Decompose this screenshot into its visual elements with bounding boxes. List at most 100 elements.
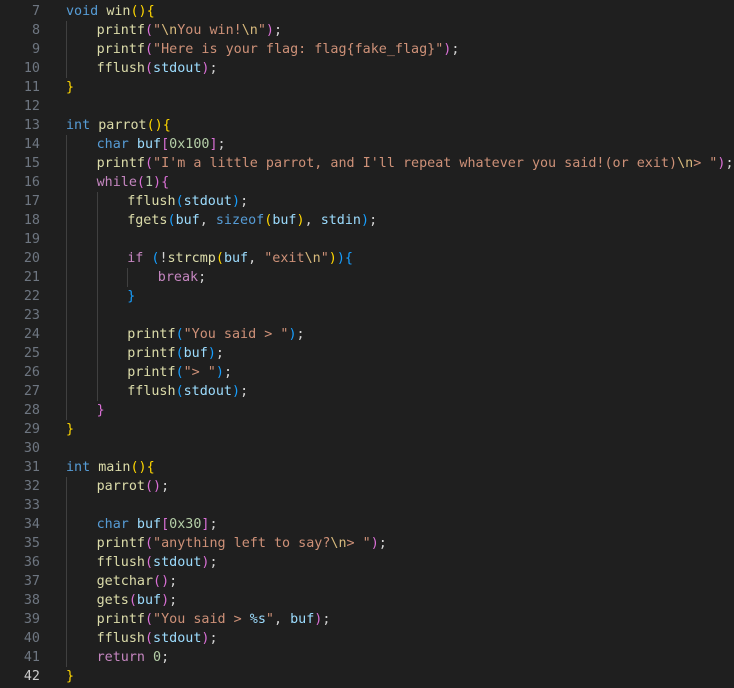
code-line[interactable]: 32 parrot();	[0, 477, 734, 496]
code-text: void win(){	[66, 2, 155, 21]
code-line[interactable]: 14 char buf[0x100];	[0, 135, 734, 154]
code-line[interactable]: 40 fflush(stdout);	[0, 629, 734, 648]
code-token: (	[144, 555, 154, 570]
code-line[interactable]: 34 char buf[0x30];	[0, 515, 734, 534]
code-line[interactable]: 37 getchar();	[0, 572, 734, 591]
code-text: printf("anything left to say?\n> ");	[97, 534, 387, 553]
code-token: }	[66, 80, 75, 95]
code-line[interactable]: 25 printf(buf);	[0, 344, 734, 363]
indent-guide	[66, 629, 67, 648]
code-token: "I'm a little parrot, and I'll repeat wh…	[153, 156, 678, 171]
code-token: [	[161, 517, 170, 532]
code-token: ()	[130, 4, 147, 19]
code-text: int main(){	[66, 458, 155, 477]
line-number: 21	[23, 270, 40, 285]
code-token: (	[175, 327, 184, 342]
code-line[interactable]: 41 return 0;	[0, 648, 734, 667]
code-line[interactable]: 20 if (!strcmp(buf, "exit\n")){	[0, 249, 734, 268]
code-token: [	[161, 137, 170, 152]
code-token: \n	[161, 23, 178, 38]
code-text: }	[97, 401, 105, 420]
code-line[interactable]: 30	[0, 439, 734, 458]
code-token: ;	[322, 612, 331, 627]
code-line[interactable]: 9 printf("Here is your flag: flag{fake_fl…	[0, 40, 734, 59]
code-line[interactable]: 38 gets(buf);	[0, 591, 734, 610]
code-token: )	[207, 346, 216, 361]
code-line[interactable]: 16 while(1){	[0, 173, 734, 192]
code-token: )	[336, 251, 345, 266]
code-token: (	[175, 365, 184, 380]
code-line[interactable]: 36 fflush(stdout);	[0, 553, 734, 572]
code-token: "	[320, 251, 329, 266]
indent-guide	[66, 477, 67, 496]
code-line[interactable]: 17 fflush(stdout);	[0, 192, 734, 211]
line-number: 13	[23, 118, 40, 133]
indent-guide	[66, 249, 67, 268]
indent-guide	[96, 363, 98, 382]
code-token: "Here is your flag: flag{fake_flag}"	[153, 42, 444, 57]
code-line[interactable]: 26 printf("> ");	[0, 363, 734, 382]
code-line[interactable]: 8 printf("\nYou win!\n");	[0, 21, 734, 40]
code-text: parrot();	[97, 477, 170, 496]
code-text: gets(buf);	[97, 591, 178, 610]
line-number: 24	[23, 327, 40, 342]
indent-guide	[96, 268, 98, 287]
code-token: fflush	[127, 384, 176, 399]
code-token: (	[144, 612, 154, 627]
code-line[interactable]: 11}	[0, 78, 734, 97]
code-line[interactable]: 21 break;	[0, 268, 734, 287]
code-token: "	[265, 612, 274, 627]
code-token: !	[159, 251, 168, 266]
code-editor[interactable]: 7 void win(){8 printf("\nYou win!\n"); 9 pri…	[0, 0, 734, 688]
code-text: fflush(stdout);	[127, 382, 248, 401]
code-line[interactable]: 12	[0, 97, 734, 116]
line-number: 36	[23, 555, 40, 570]
indent-guide	[66, 534, 67, 553]
code-line[interactable]: 18 fgets(buf, sizeof(buf), stdin);	[0, 211, 734, 230]
line-number: 39	[23, 612, 40, 627]
code-token: )	[288, 327, 297, 342]
code-token: ;	[209, 555, 218, 570]
code-line[interactable]: 35 printf("anything left to say?\n> ");	[0, 534, 734, 553]
code-token: ;	[215, 346, 224, 361]
indent-guide	[66, 496, 67, 515]
line-number: 9	[31, 42, 40, 57]
code-token: ;	[209, 61, 218, 76]
code-token: \n	[304, 251, 321, 266]
code-line[interactable]: 28}	[0, 401, 734, 420]
code-token: win	[106, 4, 131, 19]
code-text: }	[66, 420, 74, 439]
code-line[interactable]: 33	[0, 496, 734, 515]
code-line[interactable]: 31 int main(){	[0, 458, 734, 477]
line-number: 19	[23, 232, 40, 247]
code-line[interactable]: 10 fflush(stdout);	[0, 59, 734, 78]
indent-guide	[127, 268, 129, 287]
code-token: printf	[127, 365, 176, 380]
code-token: printf	[96, 42, 145, 57]
code-token: )	[296, 213, 305, 228]
code-token: ;	[209, 631, 218, 646]
code-line[interactable]: 19	[0, 230, 734, 249]
code-line[interactable]: 23	[0, 306, 734, 325]
code-line[interactable]: 29}	[0, 420, 734, 439]
code-line[interactable]: 42}	[0, 667, 734, 686]
line-number: 28	[23, 403, 40, 418]
code-text: fflush(stdout);	[97, 629, 218, 648]
code-token: (	[144, 156, 154, 171]
code-line[interactable]: 39 printf("You said > %s", buf);	[0, 610, 734, 629]
line-number: 11	[23, 80, 40, 95]
code-line[interactable]: 15 printf("I'm a little parrot, and I'll …	[0, 154, 734, 173]
code-line[interactable]: 22}	[0, 287, 734, 306]
code-text: fflush(stdout);	[97, 553, 218, 572]
code-token: 1	[144, 175, 154, 190]
code-line[interactable]: 7 void win(){	[0, 2, 734, 21]
code-line[interactable]: 24 printf("You said > ");	[0, 325, 734, 344]
code-line[interactable]: 27 fflush(stdout);	[0, 382, 734, 401]
code-line[interactable]: 13 int parrot(){	[0, 116, 734, 135]
code-token: stdout	[183, 194, 232, 209]
indent-guide	[66, 135, 67, 154]
code-token: )	[370, 536, 379, 551]
code-token: printf	[127, 327, 176, 342]
code-text: }	[66, 667, 74, 686]
line-number: 31	[23, 460, 40, 475]
